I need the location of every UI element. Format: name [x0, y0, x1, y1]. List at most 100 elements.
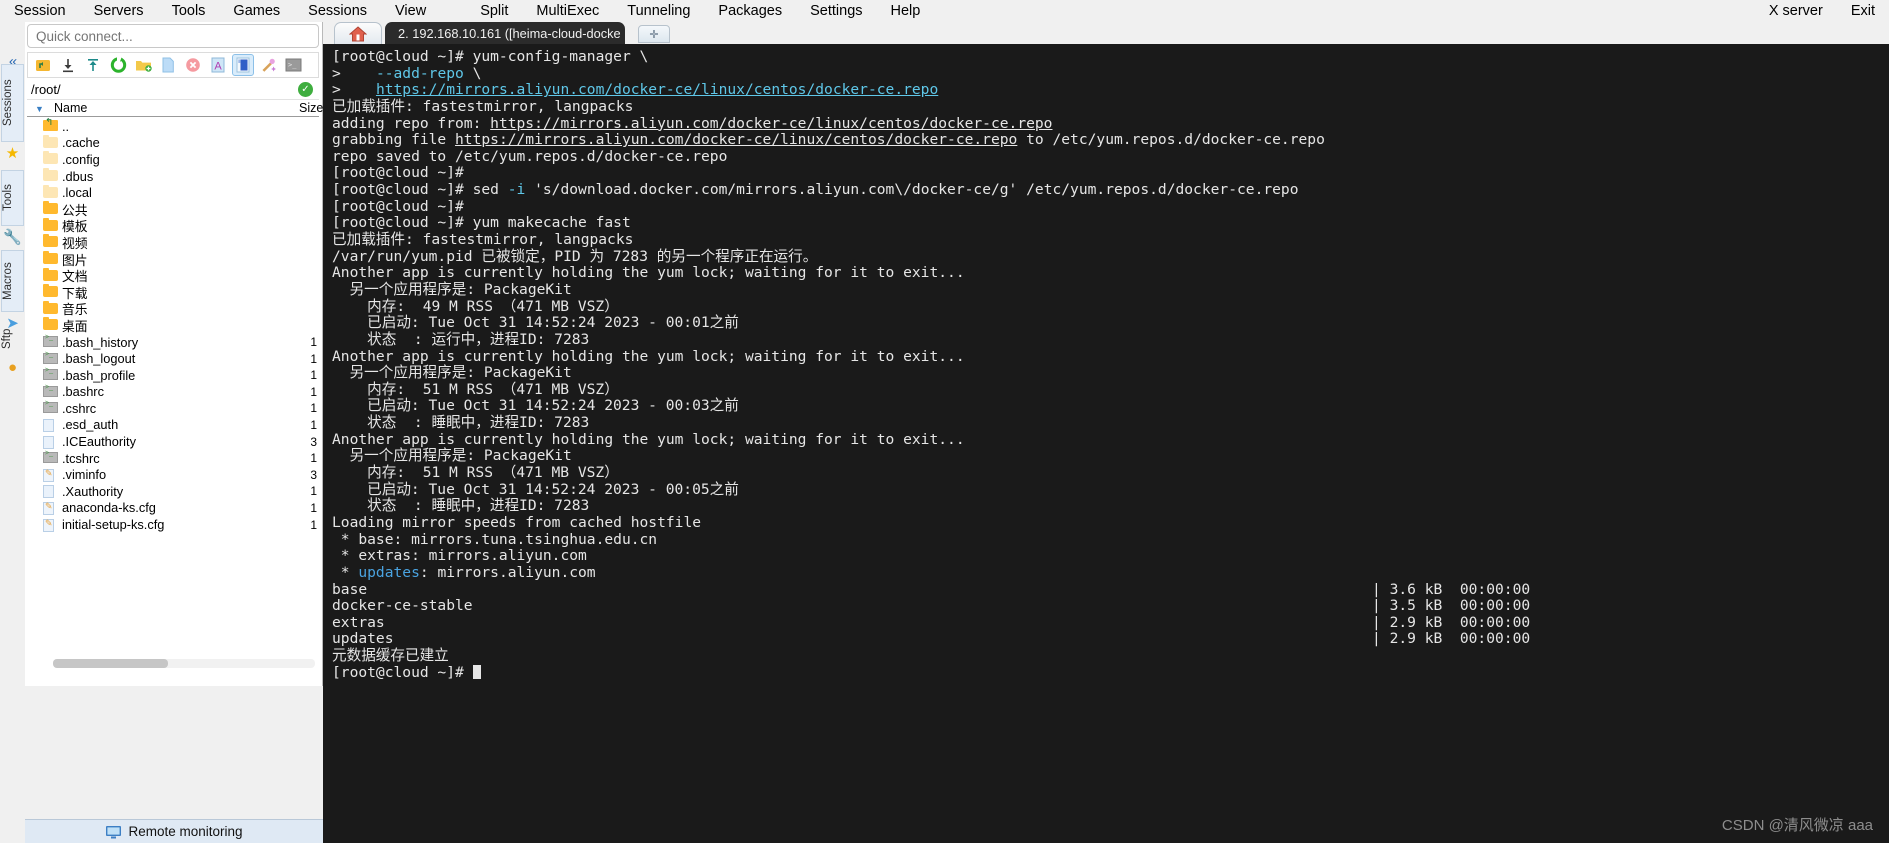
- file-row[interactable]: initial-setup-ks.cfg 1: [27, 516, 319, 533]
- menu-view[interactable]: View: [381, 2, 440, 20]
- file-row[interactable]: .ICEauthority 3: [27, 433, 319, 450]
- terminal-line: 已启动: Tue Oct 31 14:52:24 2023 - 00:05之前: [332, 480, 1889, 499]
- file-row[interactable]: 视频: [27, 234, 319, 251]
- menu-help[interactable]: Help: [877, 2, 935, 20]
- new-file-icon[interactable]: [157, 54, 179, 76]
- file-row[interactable]: .config: [27, 151, 319, 168]
- file-row[interactable]: .esd_auth 1: [27, 417, 319, 434]
- folder-icon: [43, 317, 58, 331]
- menubar-left-group: Session Servers Tools Games Sessions View: [0, 2, 440, 20]
- delete-icon[interactable]: [182, 54, 204, 76]
- file-list-hscrollbar[interactable]: [53, 659, 315, 668]
- rail-tab-macros[interactable]: Macros: [1, 250, 24, 312]
- file-row[interactable]: .viminfo 3: [27, 466, 319, 483]
- file-row[interactable]: .bash_history 1: [27, 334, 319, 351]
- file-row[interactable]: .dbus: [27, 168, 319, 185]
- open-terminal-icon[interactable]: >_: [282, 54, 304, 76]
- new-folder-icon[interactable]: [132, 54, 154, 76]
- script-icon: [43, 367, 58, 381]
- file-size: 1: [310, 417, 317, 432]
- terminal-text: 已启动: Tue Oct 31 14:52:24 2023 - 00:05之前: [332, 480, 739, 498]
- file-row[interactable]: 公共: [27, 201, 319, 218]
- file-row[interactable]: .tcshrc 1: [27, 450, 319, 467]
- menu-exit[interactable]: Exit: [1837, 2, 1889, 20]
- menu-tunneling[interactable]: Tunneling: [613, 2, 704, 20]
- file-row[interactable]: 音乐: [27, 300, 319, 317]
- sort-arrow-icon[interactable]: ▼: [35, 104, 44, 114]
- file-row[interactable]: ..: [27, 118, 319, 135]
- rail-tab-sftp[interactable]: Sftp: [1, 322, 24, 356]
- menu-packages[interactable]: Packages: [704, 2, 796, 20]
- script-icon: [43, 384, 58, 398]
- file-name: .ICEauthority: [62, 434, 136, 450]
- file-row[interactable]: .bashrc 1: [27, 384, 319, 401]
- menu-x-server[interactable]: X server: [1755, 2, 1837, 20]
- permissions-icon[interactable]: [257, 54, 279, 76]
- refresh-icon[interactable]: [107, 54, 129, 76]
- menu-split[interactable]: Split: [466, 2, 522, 20]
- terminal-line: [root@cloud ~]# yum-config-manager \: [332, 48, 1889, 66]
- file-row[interactable]: .local: [27, 184, 319, 201]
- column-header-name[interactable]: Name: [54, 101, 87, 115]
- file-row[interactable]: .cshrc 1: [27, 400, 319, 417]
- terminal-line: [root@cloud ~]# yum makecache fast: [332, 215, 1889, 232]
- menu-sessions[interactable]: Sessions: [294, 2, 381, 20]
- remote-monitoring-bar[interactable]: Remote monitoring: [25, 819, 323, 843]
- follow-terminal-folder-icon[interactable]: [232, 54, 254, 76]
- script-icon: [43, 400, 58, 414]
- menu-settings[interactable]: Settings: [796, 2, 876, 20]
- terminal-text: 状态 : 运行中，进程ID: 7283: [332, 330, 590, 348]
- menu-games[interactable]: Games: [219, 2, 294, 20]
- folder-lt-icon: [43, 134, 58, 149]
- menu-tools[interactable]: Tools: [158, 2, 220, 20]
- terminal-output[interactable]: [root@cloud ~]# yum-config-manager \ > --…: [323, 44, 1889, 843]
- upload-parent-icon[interactable]: [32, 54, 54, 76]
- terminal-text: repo saved to /etc/yum.repos.d/docker-ce…: [332, 147, 728, 165]
- file-row[interactable]: .Xauthority 1: [27, 483, 319, 500]
- text-mode-icon[interactable]: A: [207, 54, 229, 76]
- download-icon[interactable]: [57, 54, 79, 76]
- file-row[interactable]: .bash_profile 1: [27, 367, 319, 384]
- terminal-text: 状态 : 睡眠中，进程ID: 7283: [332, 414, 590, 432]
- upload-icon[interactable]: [82, 54, 104, 76]
- terminal-text: https://mirrors.aliyun.com/docker-ce/lin…: [375, 81, 939, 99]
- file-row[interactable]: anaconda-ks.cfg 1: [27, 500, 319, 517]
- dot-icon: ●: [7, 359, 18, 376]
- terminal-line: * base: mirrors.tuna.tsinghua.edu.cn: [332, 531, 1889, 549]
- terminal-text: 已启动: Tue Oct 31 14:52:24 2023 - 00:03之前: [332, 397, 739, 415]
- file-row[interactable]: 图片: [27, 251, 319, 268]
- rail-tab-tools[interactable]: Tools: [1, 170, 24, 226]
- file-row[interactable]: .bash_logout 1: [27, 350, 319, 367]
- quick-connect-input[interactable]: [27, 24, 319, 48]
- terminal-text: 另一个应用程序是: PackageKit: [332, 280, 572, 298]
- path-bar[interactable]: /root/ ✓: [27, 80, 319, 100]
- tab-session[interactable]: 2. 192.168.10.161 ([heima-cloud-docke ✕: [385, 22, 625, 44]
- menubar-right-group: Split MultiExec Tunneling Packages Settings H…: [466, 2, 934, 20]
- new-tab-button[interactable]: ✛: [638, 25, 670, 43]
- terminal-line: * updates: mirrors.aliyun.com: [332, 564, 1889, 582]
- home-icon: [349, 25, 367, 41]
- menu-multiexec[interactable]: MultiExec: [522, 2, 613, 20]
- hscrollbar-thumb[interactable]: [53, 659, 168, 668]
- terminal-text: >: [332, 64, 376, 82]
- plus-icon: ✛: [649, 28, 659, 41]
- file-row[interactable]: 模板: [27, 217, 319, 234]
- file-row[interactable]: 桌面: [27, 317, 319, 334]
- file-list-header: ▼ Name Size: [27, 100, 323, 117]
- rail-tab-sessions[interactable]: Sessions: [1, 64, 24, 142]
- file-row[interactable]: 文档: [27, 267, 319, 284]
- menu-servers[interactable]: Servers: [80, 2, 158, 20]
- menu-session[interactable]: Session: [0, 2, 80, 20]
- terminal-text: Loading mirror speeds from cached hostfi…: [332, 513, 702, 531]
- path-text: /root/: [31, 82, 61, 97]
- file-row[interactable]: 下载: [27, 284, 319, 301]
- terminal-line: [root@cloud ~]# sed -i 's/download.docke…: [332, 181, 1889, 199]
- column-header-size[interactable]: Size: [299, 101, 323, 115]
- terminal-line: [root@cloud ~]#: [332, 165, 1889, 182]
- terminal-text: [root@cloud ~]# sed: [332, 181, 508, 199]
- file-list[interactable]: ...cache.config.dbus.local公共模板视频图片文档下载音乐…: [27, 118, 319, 683]
- remote-monitoring-label: Remote monitoring: [128, 824, 243, 839]
- file-row[interactable]: .cache: [27, 134, 319, 152]
- tab-home[interactable]: [334, 22, 382, 44]
- terminal-text: docker-ce-stable: [332, 597, 473, 615]
